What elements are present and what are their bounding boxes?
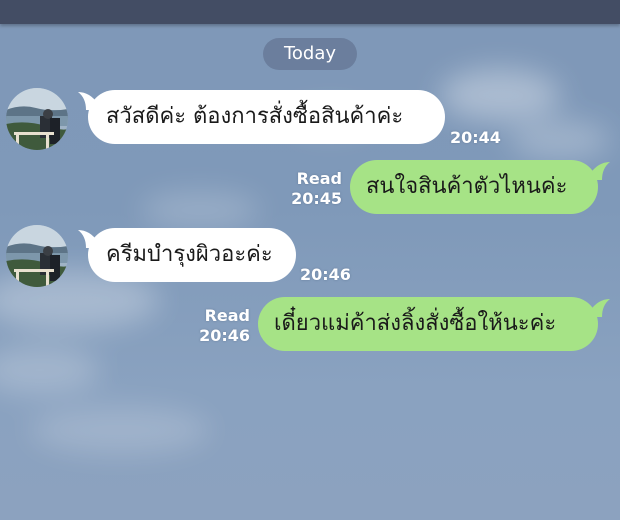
message-time: 20:45 xyxy=(291,189,342,208)
chat-header-bar xyxy=(0,0,620,24)
message-time: 20:46 xyxy=(300,265,351,284)
message-text: สวัสดีค่ะ ต้องการสั่งซื้อสินค้าค่ะ xyxy=(106,104,404,129)
landscape-photo-icon xyxy=(6,225,68,287)
contact-avatar[interactable] xyxy=(6,225,68,287)
outgoing-bubble-tail xyxy=(590,162,610,180)
message-text: ครีมบำรุงผิวอะค่ะ xyxy=(106,242,273,267)
read-receipt: Read 20:46 xyxy=(188,306,250,346)
message-text: เดี๋ยวแม่ค้าส่งลิ้งสั่งซื้อให้นะค่ะ xyxy=(274,311,557,336)
date-divider: Today xyxy=(263,38,357,70)
message-time: 20:44 xyxy=(450,128,501,147)
message-bubble-incoming[interactable]: สวัสดีค่ะ ต้องการสั่งซื้อสินค้าค่ะ xyxy=(88,90,445,144)
message-time: 20:46 xyxy=(199,326,250,345)
contact-avatar[interactable] xyxy=(6,88,68,150)
read-receipt: Read 20:45 xyxy=(280,169,342,209)
read-status: Read xyxy=(296,169,342,188)
message-text: สนใจสินค้าตัวไหนค่ะ xyxy=(366,174,568,199)
outgoing-bubble-tail xyxy=(590,299,610,317)
message-bubble-outgoing[interactable]: สนใจสินค้าตัวไหนค่ะ xyxy=(350,160,598,214)
message-bubble-outgoing[interactable]: เดี๋ยวแม่ค้าส่งลิ้งสั่งซื้อให้นะค่ะ xyxy=(258,297,598,351)
landscape-photo-icon xyxy=(6,88,68,150)
read-status: Read xyxy=(204,306,250,325)
message-bubble-incoming[interactable]: ครีมบำรุงผิวอะค่ะ xyxy=(88,228,296,282)
